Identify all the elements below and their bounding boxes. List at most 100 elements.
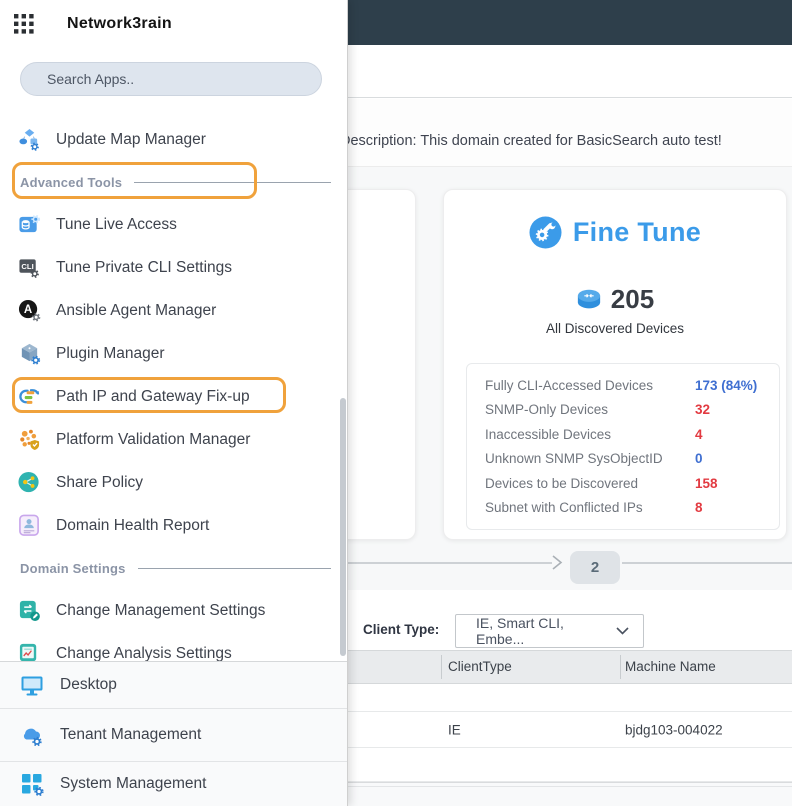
cell-machine-name: bjdg103-004022 xyxy=(625,722,723,737)
cell-clienttype: IE xyxy=(448,722,461,737)
sidebar-item-platform-validation-manager[interactable]: Platform Validation Manager xyxy=(0,418,347,461)
fine-tune-icon xyxy=(529,216,562,249)
networkbrain-logo: Network3rain xyxy=(67,15,172,32)
sidebar-item-label: Tune Private CLI Settings xyxy=(56,258,233,276)
client-type-dropdown[interactable]: IE, Smart CLI, Embe... xyxy=(455,614,644,648)
column-header-machine-name[interactable]: Machine Name xyxy=(625,659,716,674)
sidebar-item-label: Domain Health Report xyxy=(56,516,210,534)
share-policy-icon xyxy=(18,471,39,493)
chevron-down-icon xyxy=(616,627,629,635)
sidebar-item-tenant-management[interactable]: Tenant Management xyxy=(0,709,347,762)
sidebar-item-label: Change Analysis Settings xyxy=(56,644,232,662)
stat-row: Fully CLI-Accessed Devices 173 (84%) xyxy=(485,378,761,393)
sidebar-scrollbar-thumb[interactable] xyxy=(340,398,346,656)
flow-line-left xyxy=(348,562,552,564)
column-separator xyxy=(620,655,621,679)
sidebar-item-label: Desktop xyxy=(60,676,117,693)
sidebar-item-share-policy[interactable]: Share Policy xyxy=(0,461,347,504)
sidebar-item-label: Share Policy xyxy=(56,473,144,491)
sidebar-item-change-management-settings[interactable]: Change Management Settings xyxy=(0,589,347,632)
stat-row: Inaccessible Devices 4 xyxy=(485,427,761,442)
platform-validation-icon xyxy=(20,429,40,451)
section-header-label: Advanced Tools xyxy=(20,174,123,190)
stat-value[interactable]: 4 xyxy=(695,427,761,442)
stat-value[interactable]: 158 xyxy=(695,476,761,491)
app-grid-icon[interactable] xyxy=(14,14,34,34)
sidebar-item-tune-private-cli-settings[interactable]: CLI Tune Private CLI Settings xyxy=(0,246,347,289)
tune-live-access-icon xyxy=(19,214,41,233)
section-header-domain-settings: Domain Settings xyxy=(0,547,347,589)
sidebar-bottom-panel: Desktop Tenant Management System Managemen… xyxy=(0,661,347,806)
flow-arrow-icon xyxy=(552,555,563,570)
section-rule xyxy=(134,181,331,183)
app-window: Description: This domain created for Bas… xyxy=(0,0,792,806)
fine-tune-card: Fine Tune 205 All Discovered Devices Ful… xyxy=(443,189,787,540)
column-separator xyxy=(441,655,442,679)
device-icon xyxy=(577,289,600,309)
flow-line-right xyxy=(622,562,792,564)
search-apps-input[interactable] xyxy=(47,63,309,95)
sidebar-item-plugin-manager[interactable]: Plugin Manager xyxy=(0,332,347,375)
table-header: ClientType Machine Name xyxy=(348,650,792,684)
sidebar-item-desktop[interactable]: Desktop xyxy=(0,662,347,709)
stat-value[interactable]: 173 (84%) xyxy=(695,378,761,393)
domain-health-report-icon xyxy=(19,514,39,536)
sidebar-header: Network3rain xyxy=(0,0,347,50)
section-header-label: Domain Settings xyxy=(20,560,126,576)
table-row[interactable] xyxy=(348,684,792,712)
tune-private-cli-icon: CLI xyxy=(19,259,39,278)
all-discovered-label: All Discovered Devices xyxy=(545,321,685,336)
tenant-management-icon xyxy=(23,728,42,747)
column-header-clienttype[interactable]: ClientType xyxy=(448,659,512,674)
stat-row: Devices to be Discovered 158 xyxy=(485,476,761,491)
client-type-value: IE, Smart CLI, Embe... xyxy=(476,615,564,647)
table-body: IE bjdg103-004022 xyxy=(348,684,792,782)
fine-tune-stats-list: Fully CLI-Accessed Devices 173 (84%) SNMP-… xyxy=(466,363,780,530)
sidebar-item-label: Path IP and Gateway Fix-up xyxy=(56,387,250,405)
sidebar-item-system-management[interactable]: System Management xyxy=(0,762,347,806)
top-header-bar xyxy=(348,0,792,45)
section-rule xyxy=(137,567,331,569)
sidebar-item-domain-health-report[interactable]: Domain Health Report xyxy=(0,504,347,547)
stat-label: SNMP-Only Devices xyxy=(485,402,609,418)
stat-label: Inaccessible Devices xyxy=(485,426,612,442)
desktop-icon xyxy=(21,676,43,696)
fine-tune-title[interactable]: Fine Tune xyxy=(444,216,786,249)
svg-text:A: A xyxy=(24,304,32,316)
table-row[interactable] xyxy=(348,748,792,782)
sidebar-item-label: Platform Validation Manager xyxy=(56,430,251,448)
stat-label: Fully CLI-Accessed Devices xyxy=(485,377,654,393)
sidebar-item-label: Plugin Manager xyxy=(56,344,165,362)
app-menu: Update Map Manager Advanced Tools Tune Liv… xyxy=(0,118,347,675)
stat-value[interactable]: 32 xyxy=(695,402,761,417)
all-discovered-count: 205 xyxy=(610,284,655,314)
update-map-manager-icon xyxy=(19,128,39,151)
stat-row: Subnet with Conflicted IPs 8 xyxy=(485,500,761,515)
app-launcher-sidebar: Network3rain Update Map Manager Advanced … xyxy=(0,0,348,806)
search-apps-box xyxy=(20,62,322,96)
stat-label: Subnet with Conflicted IPs xyxy=(485,500,643,516)
sidebar-item-label: Ansible Agent Manager xyxy=(56,301,217,319)
sidebar-item-update-map-manager[interactable]: Update Map Manager xyxy=(0,118,347,161)
sidebar-item-label: System Management xyxy=(60,775,207,792)
table-footer-strip xyxy=(348,782,792,806)
stat-value[interactable]: 8 xyxy=(695,500,761,515)
toolbar-strip xyxy=(348,45,792,98)
page-2-button[interactable]: 2 xyxy=(570,551,620,584)
section-header-advanced-tools: Advanced Tools xyxy=(0,161,347,203)
stat-value[interactable]: 0 xyxy=(695,451,761,466)
stat-row: SNMP-Only Devices 32 xyxy=(485,402,761,417)
ansible-agent-icon: A xyxy=(18,299,41,322)
stat-label: Devices to be Discovered xyxy=(485,475,639,491)
client-type-label: Client Type: xyxy=(363,622,440,637)
plugin-manager-icon xyxy=(21,343,41,365)
domain-description: Description: This domain created for Bas… xyxy=(340,133,722,149)
fine-tune-label: Fine Tune xyxy=(572,217,702,247)
table-row[interactable]: IE bjdg103-004022 xyxy=(348,712,792,748)
sidebar-item-ansible-agent-manager[interactable]: A Ansible Agent Manager xyxy=(0,289,347,332)
path-ip-gateway-icon xyxy=(19,389,40,404)
sidebar-item-label: Tune Live Access xyxy=(56,215,177,233)
sidebar-item-tune-live-access[interactable]: Tune Live Access xyxy=(0,203,347,246)
sidebar-item-path-ip-and-gateway-fix-up[interactable]: Path IP and Gateway Fix-up xyxy=(0,375,347,418)
sidebar-item-label: Tenant Management xyxy=(60,726,202,743)
